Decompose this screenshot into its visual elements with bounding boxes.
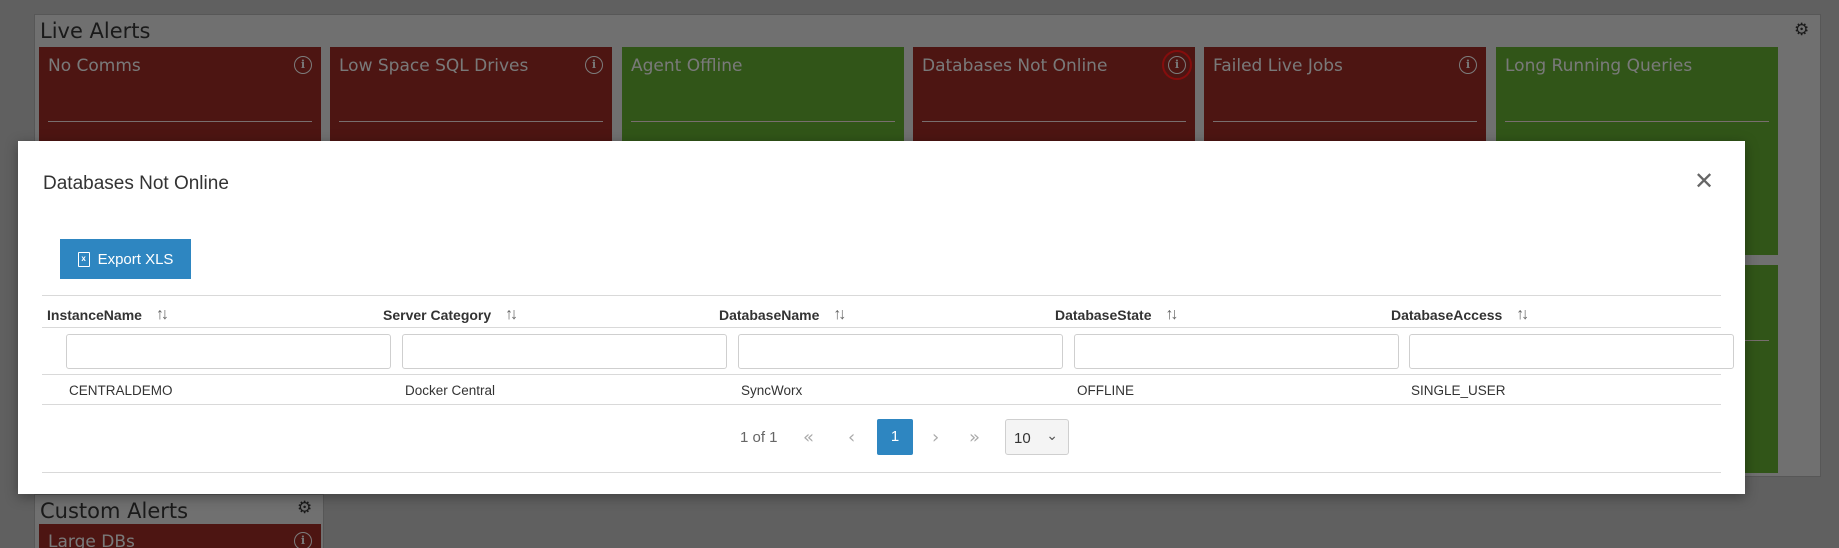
first-page-button[interactable]: « bbox=[803, 427, 814, 448]
column-header-label: DatabaseName bbox=[719, 307, 820, 323]
grid-divider bbox=[42, 472, 1721, 473]
column-header-databasestate[interactable]: DatabaseState ↑↓ bbox=[1055, 306, 1179, 324]
table-cell: SyncWorx bbox=[741, 383, 803, 398]
page-info: 1 of 1 bbox=[740, 429, 778, 446]
column-header-label: DatabaseAccess bbox=[1391, 307, 1503, 323]
grid-divider bbox=[42, 404, 1721, 405]
column-header-instancename[interactable]: InstanceName ↑↓ bbox=[47, 306, 169, 324]
last-page-button[interactable]: » bbox=[969, 427, 980, 448]
sort-icon[interactable]: ↑↓ bbox=[505, 306, 518, 324]
filter-databasename-input[interactable] bbox=[738, 334, 1063, 369]
excel-file-icon: x bbox=[77, 251, 90, 267]
databases-not-online-modal: Databases Not Online ✕ x Export XLS Inst… bbox=[18, 141, 1745, 494]
table-cell: CENTRALDEMO bbox=[69, 383, 173, 398]
column-header-databaseaccess[interactable]: DatabaseAccess ↑↓ bbox=[1391, 306, 1529, 324]
filter-instancename-input[interactable] bbox=[66, 334, 391, 369]
column-header-label: DatabaseState bbox=[1055, 307, 1152, 323]
column-header-label: InstanceName bbox=[47, 307, 142, 323]
sort-icon[interactable]: ↑↓ bbox=[1516, 306, 1529, 324]
page-1-button[interactable]: 1 bbox=[877, 419, 913, 455]
modal-title: Databases Not Online bbox=[43, 173, 229, 194]
table-cell: SINGLE_USER bbox=[1411, 383, 1506, 398]
filter-databaseaccess-input[interactable] bbox=[1409, 334, 1734, 369]
prev-page-button[interactable]: ‹ bbox=[848, 427, 855, 448]
sort-icon[interactable]: ↑↓ bbox=[833, 306, 846, 324]
page-size-select[interactable]: 10 ⌄ bbox=[1005, 419, 1069, 455]
column-header-label: Server Category bbox=[383, 307, 492, 323]
filter-server-category-input[interactable] bbox=[402, 334, 727, 369]
grid-divider bbox=[42, 295, 1721, 296]
sort-icon[interactable]: ↑↓ bbox=[156, 306, 169, 324]
filter-databasestate-input[interactable] bbox=[1074, 334, 1399, 369]
column-header-server-category[interactable]: Server Category ↑↓ bbox=[383, 306, 518, 324]
pagination: 1 of 1 « ‹ 1 › » 10 ⌄ bbox=[42, 419, 1721, 455]
chevron-down-icon: ⌄ bbox=[1046, 427, 1058, 443]
grid-divider bbox=[42, 374, 1721, 375]
close-icon[interactable]: ✕ bbox=[1694, 169, 1714, 193]
grid-divider bbox=[42, 327, 1721, 328]
table-cell: OFFLINE bbox=[1077, 383, 1135, 398]
sort-icon[interactable]: ↑↓ bbox=[1166, 306, 1179, 324]
export-xls-button[interactable]: x Export XLS bbox=[60, 239, 191, 279]
column-header-databasename[interactable]: DatabaseName ↑↓ bbox=[719, 306, 846, 324]
export-xls-label: Export XLS bbox=[97, 250, 174, 268]
next-page-button[interactable]: › bbox=[932, 427, 939, 448]
page-size-value: 10 bbox=[1014, 430, 1031, 447]
table-cell: Docker Central bbox=[405, 383, 496, 398]
